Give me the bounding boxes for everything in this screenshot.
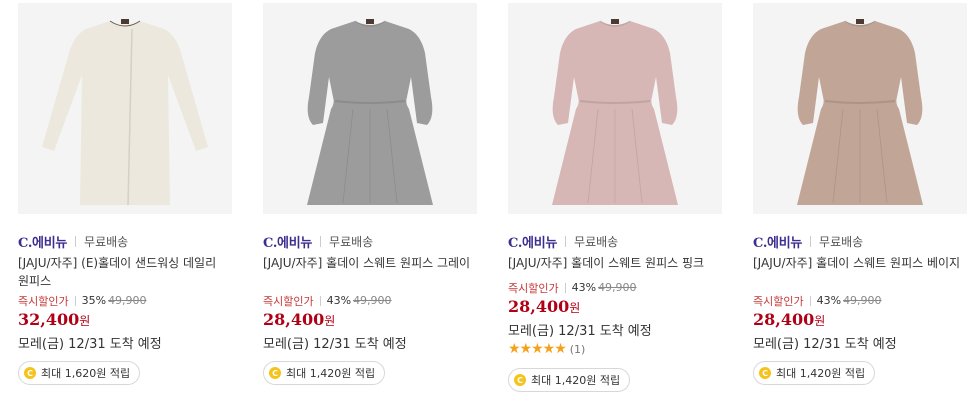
product-image[interactable]: [18, 3, 232, 214]
brand-row: C.에비뉴 무료배송: [263, 231, 477, 251]
brand-logo[interactable]: C.에비뉴: [508, 232, 557, 251]
brand-logo[interactable]: C.에비뉴: [753, 232, 802, 251]
delivery-estimate: 모레(금) 12/31 도착 예정: [18, 337, 162, 352]
divider: [565, 235, 567, 247]
points-text: 최대 1,420원 적립: [531, 374, 621, 387]
coin-icon: C: [24, 367, 36, 379]
sale-info: 즉시할인가 43% 49,900: [753, 292, 882, 309]
dress-image: [753, 3, 967, 214]
original-price: 49,900: [353, 294, 392, 307]
points-badge: C 최대 1,420원 적립: [263, 361, 386, 385]
product-image[interactable]: [508, 3, 722, 214]
review-count: (1): [569, 342, 586, 356]
price-value: 28,400: [753, 310, 815, 329]
points-text: 최대 1,420원 적립: [286, 367, 376, 380]
brand-logo[interactable]: C.에비뉴: [263, 232, 312, 251]
delivery-estimate: 모레(금) 12/31 도착 예정: [508, 324, 652, 339]
divider: [75, 235, 77, 247]
product-card[interactable]: C.에비뉴 무료배송 [JAJU/자주] 홀데이 스웨트 원피스 그레이 즉시할…: [263, 0, 477, 403]
sale-price: 28,400원: [508, 297, 580, 319]
divider: [320, 235, 322, 247]
sale-info: 즉시할인가 43% 49,900: [508, 279, 637, 296]
sale-info: 즉시할인가 43% 49,900: [263, 292, 392, 309]
discount-rate: 43%: [571, 281, 597, 294]
sale-label: 즉시할인가: [18, 294, 69, 308]
price-value: 28,400: [508, 297, 570, 316]
sale-label: 즉시할인가: [753, 294, 804, 308]
delivery-estimate: 모레(금) 12/31 도착 예정: [753, 337, 897, 352]
product-name[interactable]: [JAJU/자주] 홀데이 스웨트 원피스 핑크: [508, 254, 720, 272]
price-unit: 원: [79, 314, 91, 328]
points-badge: C 최대 1,420원 적립: [508, 368, 631, 392]
delivery-estimate: 모레(금) 12/31 도착 예정: [263, 337, 407, 352]
points-badge: C 최대 1,620원 적립: [18, 361, 141, 385]
product-card[interactable]: C.에비뉴 무료배송 [JAJU/자주] 홀데이 스웨트 원피스 핑크 즉시할인…: [508, 0, 722, 403]
product-card[interactable]: C.에비뉴 무료배송 [JAJU/자주] 홀데이 스웨트 원피스 베이지 즉시할…: [753, 0, 967, 403]
sale-price: 32,400원: [18, 310, 90, 332]
sale-price: 28,400원: [263, 310, 335, 332]
dress-image: [508, 3, 722, 214]
dress-image: [18, 3, 232, 214]
product-image[interactable]: [263, 3, 477, 214]
free-shipping-label: 무료배송: [329, 234, 374, 249]
original-price: 49,900: [108, 294, 147, 307]
discount-rate: 35%: [81, 294, 107, 307]
divider: [319, 295, 321, 306]
star-icon: ★★★★★: [508, 341, 567, 357]
sale-price: 28,400원: [753, 310, 825, 332]
price-value: 32,400: [18, 310, 80, 329]
price-unit: 원: [814, 314, 826, 328]
points-badge: C 최대 1,420원 적립: [753, 361, 876, 385]
brand-row: C.에비뉴 무료배송: [18, 231, 232, 251]
divider: [810, 235, 812, 247]
brand-row: C.에비뉴 무료배송: [508, 231, 722, 251]
divider: [809, 295, 811, 306]
coin-icon: C: [269, 367, 281, 379]
points-text: 최대 1,420원 적립: [776, 367, 866, 380]
dress-image: [263, 3, 477, 214]
price-unit: 원: [569, 301, 581, 315]
product-name[interactable]: [JAJU/자주] 홀데이 스웨트 원피스 그레이: [263, 254, 475, 272]
product-name[interactable]: [JAJU/자주] 홀데이 스웨트 원피스 베이지: [753, 254, 965, 272]
coin-icon: C: [514, 374, 526, 386]
divider: [74, 295, 76, 306]
product-name[interactable]: [JAJU/자주] (E)홀데이 샌드워싱 데일리 원피스: [18, 254, 230, 290]
free-shipping-label: 무료배송: [819, 234, 864, 249]
price-value: 28,400: [263, 310, 325, 329]
product-image[interactable]: [753, 3, 967, 214]
sale-label: 즉시할인가: [508, 281, 559, 295]
original-price: 49,900: [598, 281, 637, 294]
discount-rate: 43%: [326, 294, 352, 307]
brand-row: C.에비뉴 무료배송: [753, 231, 967, 251]
discount-rate: 43%: [816, 294, 842, 307]
free-shipping-label: 무료배송: [84, 234, 129, 249]
rating[interactable]: ★★★★★ (1): [508, 341, 586, 357]
coin-icon: C: [759, 367, 771, 379]
points-text: 최대 1,620원 적립: [41, 367, 131, 380]
product-card[interactable]: C.에비뉴 무료배송 [JAJU/자주] (E)홀데이 샌드워싱 데일리 원피스…: [18, 0, 232, 403]
brand-logo[interactable]: C.에비뉴: [18, 232, 67, 251]
divider: [564, 282, 566, 293]
original-price: 49,900: [843, 294, 882, 307]
price-unit: 원: [324, 314, 336, 328]
sale-label: 즉시할인가: [263, 294, 314, 308]
sale-info: 즉시할인가 35% 49,900: [18, 292, 147, 309]
free-shipping-label: 무료배송: [574, 234, 619, 249]
